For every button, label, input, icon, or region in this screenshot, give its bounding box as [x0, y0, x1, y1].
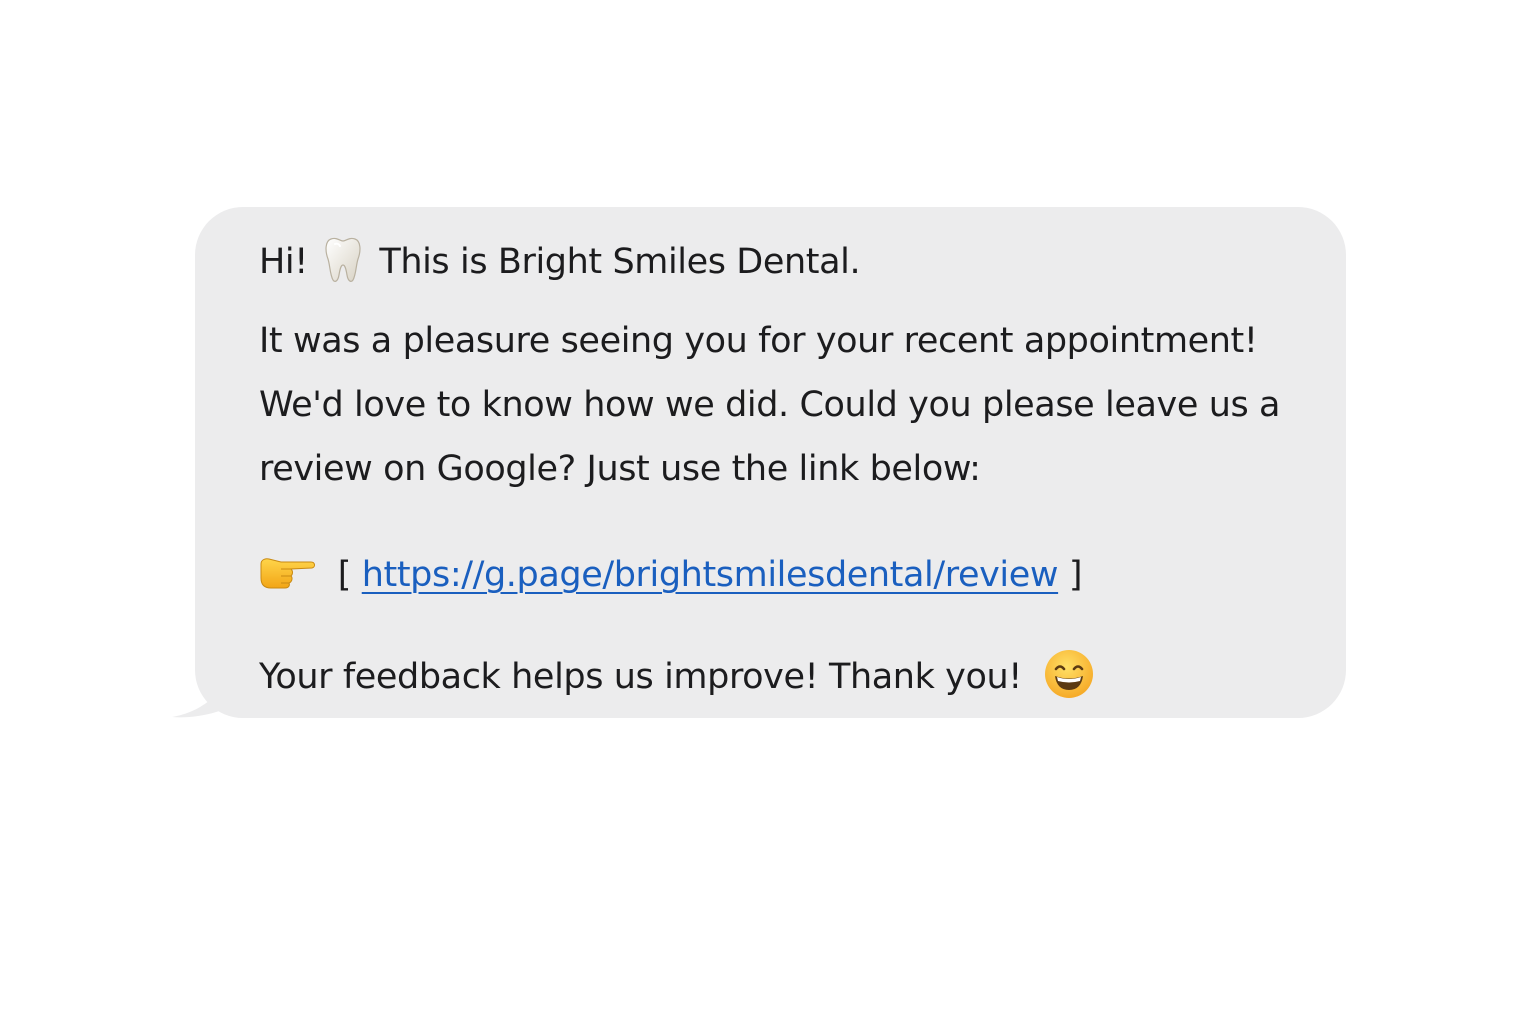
- body-line-1: It was a pleasure seeing you for your re…: [259, 321, 1258, 361]
- greeting-text: Hi!: [259, 242, 308, 282]
- closing-line: Your feedback helps us improve! Thank yo…: [259, 648, 1095, 700]
- link-open-bracket: [: [337, 555, 352, 595]
- link-line: [ https://g.page/brightsmilesdental/revi…: [259, 553, 1083, 597]
- grinning-face-icon: [1044, 650, 1093, 698]
- screen: Hi! This is Bright Smiles Dental. It was…: [0, 0, 1536, 1024]
- link-close-bracket: ]: [1068, 555, 1083, 595]
- tooth-icon: [325, 237, 361, 282]
- greeting-intro: This is Bright Smiles Dental.: [379, 242, 861, 282]
- message-bubble: Hi! This is Bright Smiles Dental. It was…: [172, 207, 1346, 719]
- body-line-2: We'd love to know how we did. Could you …: [259, 385, 1281, 425]
- message-body: Hi! This is Bright Smiles Dental. It was…: [195, 207, 1346, 718]
- greeting-line: Hi! This is Bright Smiles Dental.: [259, 235, 861, 284]
- closing-text: Your feedback helps us improve! Thank yo…: [259, 657, 1022, 697]
- pointing-right-hand-icon: [260, 558, 315, 589]
- body-line-3: review on Google? Just use the link belo…: [259, 449, 981, 489]
- review-link[interactable]: https://g.page/brightsmilesdental/review: [362, 555, 1059, 595]
